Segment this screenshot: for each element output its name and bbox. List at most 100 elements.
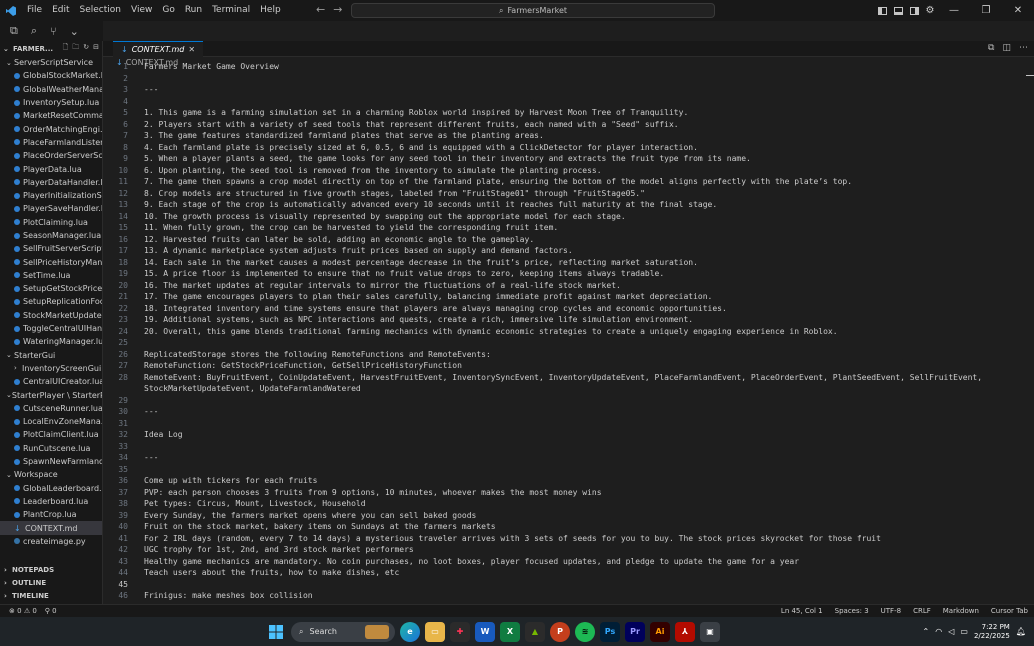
tree-file[interactable]: OrderMatchingEngi... bbox=[0, 122, 102, 135]
photoshop-icon[interactable]: Ps bbox=[600, 621, 620, 642]
volume-icon[interactable]: ◁ bbox=[948, 627, 954, 636]
end-of-line[interactable]: CRLF bbox=[913, 607, 931, 615]
new-file-icon[interactable]: 🗋 bbox=[63, 43, 69, 54]
code-line[interactable]: 32 Idea Log bbox=[103, 429, 1013, 441]
code-line[interactable]: 22 18. Integrated inventory and time syst… bbox=[103, 303, 1013, 315]
tree-folder[interactable]: ⌄ StarterGui bbox=[0, 349, 102, 362]
battery-icon[interactable]: ▭ bbox=[960, 627, 968, 636]
chevron-down-icon[interactable]: ⌄ bbox=[70, 25, 79, 38]
tree-file[interactable]: ToggleCentralUIHan... bbox=[0, 322, 102, 335]
maximize-button[interactable]: ❐ bbox=[970, 0, 1002, 21]
close-icon[interactable]: ✕ bbox=[188, 45, 195, 54]
refresh-icon[interactable]: ↻ bbox=[83, 43, 89, 54]
code-line[interactable]: 36 Come up with tickers for each fruits bbox=[103, 475, 1013, 487]
store-icon[interactable]: ✚ bbox=[450, 621, 470, 642]
tree-file[interactable]: Leaderboard.lua bbox=[0, 495, 102, 508]
code-line[interactable]: 10 6. Upon planting, the seed tool is rem… bbox=[103, 165, 1013, 177]
word-icon[interactable]: W bbox=[475, 621, 495, 642]
open-preview-icon[interactable]: ⧉ bbox=[988, 43, 994, 53]
code-line[interactable]: 11 7. The game then spawns a crop model d… bbox=[103, 176, 1013, 188]
clock[interactable]: 7:22 PM 2/22/2025 bbox=[974, 623, 1010, 641]
code-line[interactable]: 42 UGC trophy for 1st, 2nd, and 3rd stock… bbox=[103, 544, 1013, 556]
collapse-all-icon[interactable]: ⊟ bbox=[93, 43, 99, 54]
tree-file[interactable]: InventorySetup.lua bbox=[0, 96, 102, 109]
menu-item-terminal[interactable]: Terminal bbox=[207, 0, 255, 21]
tree-folder[interactable]: ⌄ ServerScriptService bbox=[0, 56, 102, 69]
section-notepads[interactable]: › NOTEPADS bbox=[0, 563, 102, 576]
toggle-secondary-sidebar-icon[interactable] bbox=[906, 0, 922, 21]
tree-file[interactable]: PlayerSaveHandler.lua bbox=[0, 202, 102, 215]
code-line[interactable]: 9 5. When a player plants a seed, the gam… bbox=[103, 153, 1013, 165]
tree-file[interactable]: CentralUICreator.lua bbox=[0, 375, 102, 388]
code-line[interactable]: 43 Healthy game mechanics are mandatory. … bbox=[103, 556, 1013, 568]
toggle-panel-icon[interactable] bbox=[890, 0, 906, 21]
chevron-up-icon[interactable]: ⌃ bbox=[923, 627, 930, 636]
code-line[interactable]: 28 RemoteEvent: BuyFruitEvent, CoinUpdate… bbox=[103, 372, 1013, 384]
code-line[interactable]: 46 Frinigus: make meshes box collision bbox=[103, 590, 1013, 602]
code-line[interactable]: 2 bbox=[103, 73, 1013, 85]
split-editor-icon[interactable]: ◫ bbox=[1002, 43, 1011, 53]
code-line[interactable]: 7 3. The game features standardized farml… bbox=[103, 130, 1013, 142]
tree-file[interactable]: WateringManager.lua bbox=[0, 335, 102, 348]
code-line[interactable]: 37 PVP: each person chooses 3 fruits from… bbox=[103, 487, 1013, 499]
tree-folder[interactable]: › InventoryScreenGui bbox=[0, 362, 102, 375]
code-line[interactable]: 15 11. When fully grown, the crop can be … bbox=[103, 222, 1013, 234]
code-line[interactable]: 12 8. Crop models are structured in five … bbox=[103, 188, 1013, 200]
powerpoint-icon[interactable]: P bbox=[550, 621, 570, 642]
tree-file[interactable]: PlantCrop.lua bbox=[0, 508, 102, 521]
code-line[interactable]: 3 --- bbox=[103, 84, 1013, 96]
code-line[interactable]: 8 4. Each farmland plate is precisely siz… bbox=[103, 142, 1013, 154]
acrobat-icon[interactable]: ⅄ bbox=[675, 621, 695, 642]
tree-file[interactable]: createimage.py bbox=[0, 535, 102, 548]
code-line[interactable]: 30 --- bbox=[103, 406, 1013, 418]
premiere-icon[interactable]: Pr bbox=[625, 621, 645, 642]
problems-indicator[interactable]: ⊗ 0 ⚠ 0 bbox=[9, 607, 37, 615]
tree-file[interactable]: SellPriceHistoryMan... bbox=[0, 255, 102, 268]
code-line[interactable]: 27 RemoteFunction: GetStockPriceFunction,… bbox=[103, 360, 1013, 372]
cursor-tab-status[interactable]: Cursor Tab bbox=[991, 607, 1028, 615]
close-button[interactable]: ✕ bbox=[1002, 0, 1034, 21]
nvidia-icon[interactable]: ▲ bbox=[525, 621, 545, 642]
tree-file[interactable]: PlaceFarmlandListen... bbox=[0, 136, 102, 149]
menu-item-edit[interactable]: Edit bbox=[47, 0, 74, 21]
file-explorer-icon[interactable]: ▭ bbox=[425, 621, 445, 642]
code-line[interactable]: 16 12. Harvested fruits can later be sold… bbox=[103, 234, 1013, 246]
tree-file[interactable]: SetupReplicationFoc... bbox=[0, 295, 102, 308]
command-center-search[interactable]: ⌕ FarmersMarket bbox=[351, 3, 715, 18]
code-line[interactable]: 13 9. Each stage of the crop is automatic… bbox=[103, 199, 1013, 211]
cursor-position[interactable]: Ln 45, Col 1 bbox=[781, 607, 823, 615]
tree-file[interactable]: SpawnNewFarmland.... bbox=[0, 455, 102, 468]
menu-item-view[interactable]: View bbox=[126, 0, 157, 21]
code-line[interactable]: 19 15. A price floor is implemented to en… bbox=[103, 268, 1013, 280]
code-line[interactable]: 21 17. The game encourages players to pla… bbox=[103, 291, 1013, 303]
code-line[interactable]: 25 bbox=[103, 337, 1013, 349]
tree-file[interactable]: PlaceOrderServerScr... bbox=[0, 149, 102, 162]
tree-file[interactable]: SetTime.lua bbox=[0, 269, 102, 282]
tree-file[interactable]: CutsceneRunner.lua bbox=[0, 402, 102, 415]
code-line[interactable]: 23 19. Additional systems, such as NPC in… bbox=[103, 314, 1013, 326]
tree-file[interactable]: LocalEnvZoneMana... bbox=[0, 415, 102, 428]
code-line[interactable]: 18 14. Each sale in the market causes a m… bbox=[103, 257, 1013, 269]
spotify-icon[interactable]: ≋ bbox=[575, 621, 595, 642]
source-control-icon[interactable]: ⑂ bbox=[50, 25, 57, 38]
encoding[interactable]: UTF-8 bbox=[881, 607, 901, 615]
tree-file[interactable]: SeasonManager.lua bbox=[0, 229, 102, 242]
code-line[interactable]: 29 bbox=[103, 395, 1013, 407]
tree-file[interactable]: ↓ CONTEXT.md bbox=[0, 521, 102, 535]
tree-file[interactable]: PlotClaiming.lua bbox=[0, 216, 102, 229]
editor-scrollbar[interactable] bbox=[1024, 57, 1034, 604]
code-line[interactable]: 45 bbox=[103, 579, 1013, 591]
tree-file[interactable]: PlayerInitializationSc... bbox=[0, 189, 102, 202]
forward-arrow-icon[interactable]: → bbox=[333, 3, 342, 16]
section-outline[interactable]: › OUTLINE bbox=[0, 576, 102, 589]
code-line[interactable]: 38 Pet types: Circus, Mount, Livestock, H… bbox=[103, 498, 1013, 510]
code-line[interactable]: StockMarketUpdateEvent, UpdateFarmlandWa… bbox=[103, 383, 1013, 395]
cursor-app-icon[interactable]: ▣ bbox=[700, 621, 720, 642]
code-editor[interactable]: 1 Farmers Market Game Overview 2 3 --- 4 5 1. T… bbox=[103, 57, 1024, 604]
tree-file[interactable]: SetupGetStockPrice... bbox=[0, 282, 102, 295]
taskbar-search[interactable]: ⌕ Search bbox=[291, 621, 395, 642]
start-windows-icon[interactable] bbox=[266, 622, 286, 642]
code-line[interactable]: 20 16. The market updates at regular inte… bbox=[103, 280, 1013, 292]
section-timeline[interactable]: › TIMELINE bbox=[0, 590, 102, 603]
code-line[interactable]: 24 20. Overall, this game blends traditio… bbox=[103, 326, 1013, 338]
